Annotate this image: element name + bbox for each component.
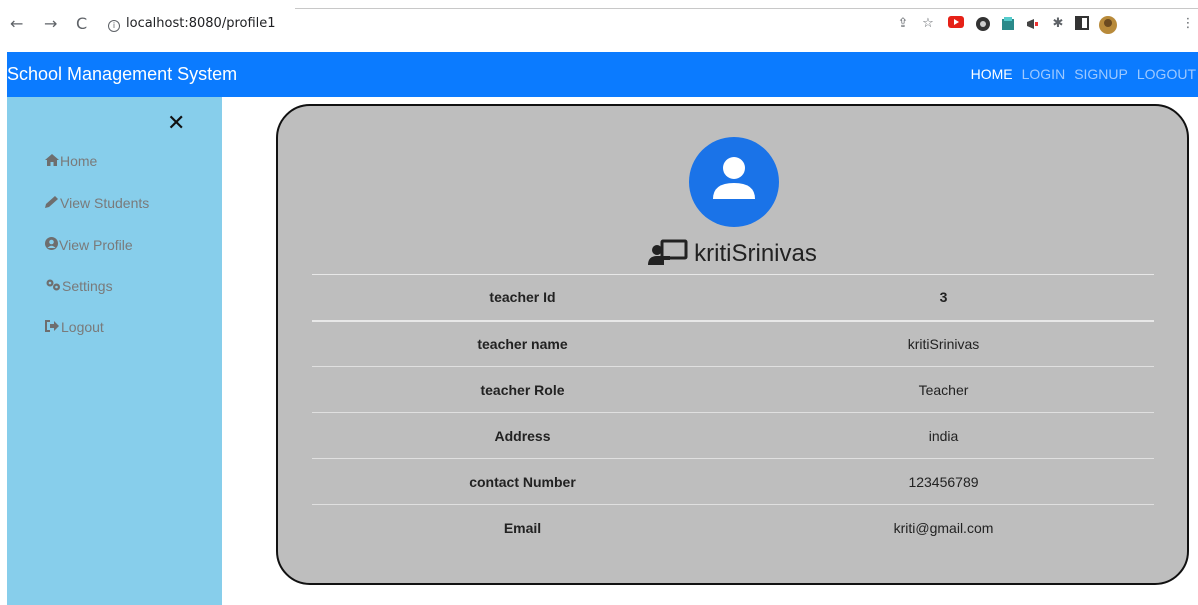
row-label: Address (312, 412, 733, 459)
sidebar-item-home[interactable]: Home (45, 153, 97, 169)
sidebar-item-view-students[interactable]: View Students (45, 195, 149, 211)
megaphone-extension-icon[interactable] (1025, 16, 1041, 32)
chalkboard-teacher-icon (648, 239, 688, 272)
row-label: Email (312, 504, 733, 551)
home-icon (45, 154, 59, 169)
row-value: 123456789 (733, 458, 1154, 505)
row-value: 3 (733, 274, 1154, 321)
browser-menu-icon[interactable]: ⋮ (1180, 16, 1196, 32)
avatar-icon (689, 137, 779, 227)
row-value: kritiSrinivas (733, 319, 1154, 367)
teacher-details-table: teacher Id 3 teacher name kritiSrinivas … (312, 274, 1154, 551)
pencil-icon (45, 196, 59, 211)
sidebar-item-label: View Students (60, 195, 150, 211)
nav-home-link[interactable]: HOME (971, 66, 1013, 82)
table-row: Email kriti@gmail.com (312, 504, 1154, 551)
nav-login-link[interactable]: LOGIN (1022, 66, 1066, 82)
table-row: teacher name kritiSrinivas (312, 319, 1154, 367)
sidebar-item-settings[interactable]: Settings (45, 278, 113, 294)
sidebar-item-label: Home (60, 153, 98, 169)
reload-button[interactable]: C (76, 14, 87, 33)
sidebar-item-label: Logout (61, 319, 104, 335)
sidebar-item-label: Settings (62, 278, 113, 294)
teacher-name-title: kritiSrinivas (694, 240, 817, 267)
extension-icon-3[interactable] (1000, 16, 1016, 32)
table-row: teacher Role Teacher (312, 366, 1154, 413)
extensions-puzzle-icon[interactable]: ✱ (1050, 16, 1066, 32)
site-info-icon[interactable]: i (108, 20, 120, 32)
url-text: localhost:8080/profile1 (126, 16, 276, 31)
back-button[interactable]: ← (10, 14, 23, 33)
app-navbar: School Management System HOME LOGIN SIGNUP… (7, 52, 1198, 97)
nav-logout-link[interactable]: LOGOUT (1137, 66, 1196, 82)
row-label: teacher Id (312, 274, 733, 321)
bookmark-star-icon[interactable]: ☆ (920, 16, 936, 32)
profile-avatar-icon[interactable] (1099, 16, 1117, 34)
youtube-extension-icon[interactable] (948, 16, 964, 32)
share-icon[interactable]: ⇪ (895, 16, 911, 32)
row-label: contact Number (312, 458, 733, 505)
brand-title[interactable]: School Management System (7, 64, 237, 85)
user-circle-icon (45, 237, 58, 253)
sign-out-icon (45, 320, 60, 335)
address-bar[interactable]: i localhost:8080/profile1 (108, 16, 276, 32)
sidebar: ✕ Home View Students View Profile Settin… (7, 97, 222, 605)
cogs-icon (45, 279, 61, 294)
table-row: Address india (312, 412, 1154, 459)
table-row: contact Number 123456789 (312, 458, 1154, 505)
sidebar-item-view-profile[interactable]: View Profile (45, 237, 133, 253)
row-value: kriti@gmail.com (733, 504, 1154, 551)
forward-button[interactable]: → (44, 14, 57, 33)
nav-links: HOME LOGIN SIGNUP LOGOUT (962, 66, 1196, 82)
extension-icon-2[interactable] (975, 16, 991, 32)
row-value: india (733, 412, 1154, 459)
window-edge (295, 8, 1198, 9)
row-value: Teacher (733, 366, 1154, 413)
sidebar-item-logout[interactable]: Logout (45, 319, 104, 335)
sidebar-item-label: View Profile (59, 237, 133, 253)
row-label: teacher name (312, 319, 733, 367)
browser-toolbar: ← → C i localhost:8080/profile1 ⇪ ☆ ✱ ⋮ (0, 0, 1198, 52)
profile-name-heading: kritiSrinivas (278, 239, 1187, 272)
profile-card: kritiSrinivas teacher Id 3 teacher name … (276, 104, 1189, 585)
side-panel-icon[interactable] (1074, 16, 1090, 32)
row-label: teacher Role (312, 366, 733, 413)
table-row: teacher Id 3 (312, 274, 1154, 321)
close-sidebar-button[interactable]: ✕ (167, 111, 185, 136)
nav-signup-link[interactable]: SIGNUP (1074, 66, 1128, 82)
